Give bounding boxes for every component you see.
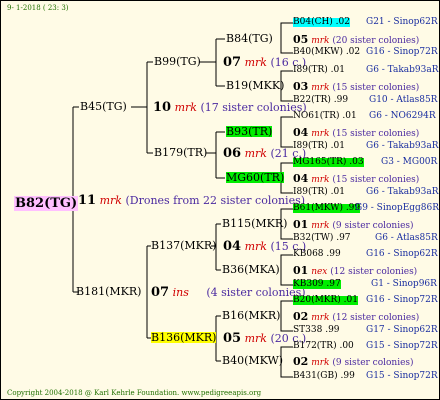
gen1-b45-drone-info: 10 mrk (17 sister colonies) — [153, 100, 307, 115]
gen1-b181-drone-info: 07 ins (4 sister colonies) — [151, 285, 306, 300]
root-drone-info: 11 mrk (Drones from 22 sister colonies) — [78, 193, 306, 208]
gen4-left-8[interactable]: I89(TR) .01 — [293, 188, 345, 197]
report-date: 9- 1-2018 ( 23: 3) — [7, 4, 69, 12]
gen3-b36-drone-info: 01 nex (12 sister colonies) — [293, 264, 418, 277]
gen2-node-b137[interactable]: B137(MKR) — [151, 240, 216, 251]
gen4-right-16: G15 - Sinop72R — [366, 371, 438, 381]
gen3-b115-drone-info: 01 mrk (9 sister colonies) — [293, 218, 414, 231]
pedigree-frame: 9- 1-2018 ( 23: 3) B82(TG) 11 mrk (Drone… — [0, 0, 440, 400]
gen3-b93-drone-info: 04 mrk (15 sister colonies) — [293, 126, 420, 139]
gen4-right-2: G16 - Sinop72R — [366, 47, 438, 57]
gen3-node-b19[interactable]: B19(MKK) — [226, 80, 284, 91]
gen3-b19-drone-info: 03 mrk (15 sister colonies) — [293, 80, 420, 93]
gen4-left-14[interactable]: ST338 .99 — [293, 326, 340, 335]
gen4-right-15: G15 - Sinop72R — [366, 341, 438, 351]
gen3-mg60-drone-info: 04 mrk (15 sister colonies) — [293, 172, 420, 185]
gen4-right-7: G3 - MG00R — [381, 157, 438, 167]
gen1-node-b45[interactable]: B45(TG) — [80, 101, 127, 112]
gen3-b40-drone-info: 02 mrk (9 sister colonies) — [293, 355, 414, 368]
gen4-left-15[interactable]: B172(TR) .00 — [293, 342, 354, 351]
gen3-node-b84[interactable]: B84(TG) — [226, 33, 273, 44]
gen2-node-b99[interactable]: B99(TG) — [154, 56, 201, 67]
gen2-node-b179[interactable]: B179(TR) — [154, 147, 207, 158]
gen1-node-b181[interactable]: B181(MKR) — [76, 286, 141, 297]
gen4-left-16[interactable]: B431(GB) .99 — [293, 372, 355, 381]
gen3-node-b16[interactable]: B16(MKR) — [222, 310, 280, 321]
gen4-right-5: G6 - NO6294R — [369, 111, 436, 121]
gen4-left-9[interactable]: B61(MKW) .99 — [293, 204, 361, 213]
gen4-right-11: G16 - Sinop62R — [366, 249, 438, 259]
gen4-right-6: G6 - Takab93aR — [366, 141, 439, 151]
gen4-right-9: G9 - SinopEgg86R — [355, 203, 440, 213]
gen4-left-6[interactable]: I89(TR) .01 — [293, 142, 345, 151]
gen4-left-12[interactable]: KB309 .97 — [293, 280, 341, 289]
gen3-node-mg60[interactable]: MG60(TR) — [226, 172, 285, 183]
gen4-right-8: G6 - Takab93aR — [366, 187, 439, 197]
gen4-left-2[interactable]: B40(MKW) .02 — [293, 48, 360, 57]
gen4-right-10: G6 - Atlas85R — [375, 233, 438, 243]
gen3-node-b93[interactable]: B93(TR) — [226, 126, 273, 137]
gen3-node-b36[interactable]: B36(MKA) — [222, 264, 280, 275]
gen3-node-b115[interactable]: B115(MKR) — [222, 218, 287, 229]
gen3-b16-drone-info: 02 mrk (12 sister colonies) — [293, 310, 420, 323]
gen4-right-12: G1 - Sinop96R — [371, 279, 437, 289]
gen4-left-13[interactable]: B20(MKR) .01 — [293, 296, 358, 305]
copyright-footer: Copyright 2004-2018 @ Karl Kehrle Founda… — [7, 389, 262, 397]
gen4-right-1: G21 - Sinop62R — [366, 17, 438, 27]
root-node[interactable]: B82(TG) — [14, 194, 79, 211]
gen4-left-5[interactable]: NO61(TR) .01 — [293, 112, 357, 121]
root-id: B82(TG) — [14, 196, 79, 211]
gen4-right-13: G16 - Sinop72R — [366, 295, 438, 305]
gen4-left-4[interactable]: B22(TR) .99 — [293, 96, 348, 105]
gen4-right-4: G10 - Atlas85R — [369, 95, 438, 105]
gen4-right-3: G6 - Takab93aR — [366, 65, 439, 75]
gen4-left-3[interactable]: I89(TR) .01 — [293, 66, 345, 75]
gen2-node-b136[interactable]: B136(MKR) — [151, 332, 217, 343]
gen4-left-1[interactable]: B04(CH) .02 — [293, 18, 350, 27]
gen3-b84-drone-info: 05 mrk (20 sister colonies) — [293, 33, 420, 46]
gen4-right-14: G17 - Sinop62R — [366, 325, 438, 335]
gen4-left-11[interactable]: KB068 .99 — [293, 250, 341, 259]
gen4-left-10[interactable]: B32(TW) .97 — [293, 234, 351, 243]
gen3-node-b40[interactable]: B40(MKW) — [222, 355, 283, 366]
gen4-left-7[interactable]: MG165(TR) .03 — [293, 158, 364, 167]
